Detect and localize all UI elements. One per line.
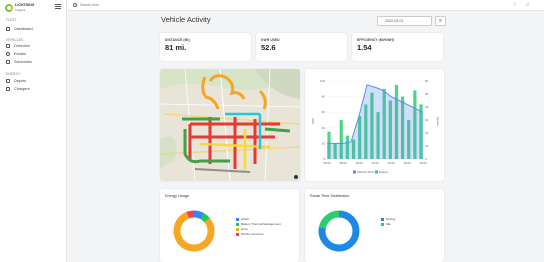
stat-card-efficiency: EFFICIENCY (MI/KWH) 1.54 — [352, 33, 443, 61]
y-right-tick-label: 40 — [425, 105, 429, 109]
stat-label: KWH USED — [261, 38, 280, 42]
legend-item: Idle — [381, 222, 391, 226]
sidebar-item-label: Overview — [14, 43, 30, 48]
y-left-tick-label: 60 — [322, 110, 326, 114]
sidebar-item-label: Dashboard — [14, 26, 33, 31]
legend-item: DCDC Converter — [236, 232, 264, 236]
legend-swatch — [236, 217, 239, 221]
legend-label: Drive — [241, 227, 249, 231]
y-left-tick-label: 80 — [322, 95, 326, 99]
x-tick-label: 10:00 — [355, 161, 363, 165]
map-icon — [160, 69, 300, 181]
legend-item: Drive — [236, 227, 248, 231]
stat-value: 52.6 — [261, 43, 276, 52]
y-right-tick-label: 10 — [425, 144, 429, 148]
top-bar: ♢ ○ — [67, 0, 544, 11]
legend-swatch — [381, 217, 384, 221]
bell-icon[interactable]: ♢ — [512, 2, 517, 8]
depot-icon — [6, 78, 10, 83]
y-right-tick-label: 20 — [425, 131, 429, 135]
filter-button[interactable]: ≡ — [435, 16, 446, 26]
y-right-axis-label: Speed — [436, 117, 440, 126]
soc-speed-chart-card: 100 80 60 40 20 0 60 50 40 30 20 10 0 SOC Speed 06:00 08… — [305, 69, 444, 181]
stat-card-distance: DISTANCE (MI) 81 mi. — [160, 33, 251, 61]
page-title: Vehicle Activity — [161, 15, 211, 24]
app-logo[interactable]: LIGHTNING Insights — [5, 3, 45, 13]
sidebar-item-label: Schedules — [14, 59, 32, 64]
car-icon — [6, 43, 10, 48]
legend-label: Speed — [379, 170, 388, 174]
stat-label: EFFICIENCY (MI/KWH) — [357, 38, 395, 42]
stat-value: 1.54 — [357, 43, 372, 52]
hamburger-menu-icon[interactable] — [55, 4, 61, 9]
user-icon[interactable]: ○ — [526, 2, 529, 8]
legend-label: Idle — [386, 222, 391, 226]
nav-section-fleet: FLEET — [6, 18, 17, 22]
legend-swatch — [236, 232, 239, 236]
legend-label: Battery Thermal Management — [241, 222, 281, 226]
x-tick-label: 18:00 — [419, 161, 427, 165]
y-left-axis-label: SOC — [311, 117, 315, 124]
sidebar-item-label: Chargers — [14, 86, 30, 91]
y-right-tick-label: 60 — [425, 79, 429, 83]
legend-swatch — [375, 170, 378, 174]
y-left-tick-label: 100 — [320, 79, 325, 83]
y-right-tick-label: 30 — [425, 118, 429, 122]
stat-value: 81 mi. — [165, 43, 187, 52]
donut-slice[interactable] — [200, 213, 210, 223]
y-left-tick-label: 40 — [322, 126, 326, 130]
logo-subtitle: Insights — [15, 7, 26, 12]
energy-usage-card: Energy Usage HVAC Battery Thermal Managem… — [160, 189, 299, 262]
calendar-icon — [6, 59, 10, 64]
legend-swatch — [381, 222, 384, 226]
x-tick-label: 14:00 — [387, 161, 395, 165]
logo-mark-icon — [5, 4, 13, 12]
sidebar-item-depots[interactable]: Depots — [6, 77, 62, 84]
route-icon — [6, 51, 10, 56]
donut-slice[interactable] — [318, 210, 340, 229]
legend-swatch — [236, 227, 239, 231]
sidebar-item-chargers[interactable]: Chargers — [6, 85, 62, 92]
sidebar: LIGHTNING Insights FLEET Dashboard VEHIC… — [0, 0, 67, 262]
y-right-tick-label: 50 — [425, 92, 429, 96]
sidebar-item-label: Depots — [14, 78, 27, 83]
legend-item: HVAC — [236, 217, 249, 221]
stat-card-kwh: KWH USED 52.6 — [256, 33, 347, 61]
sidebar-item-schedules[interactable]: Schedules — [6, 58, 62, 65]
legend-swatch — [236, 222, 239, 226]
soc-speed-chart: 1008060402006050403020100SOC Speed06:00 08… — [311, 79, 440, 174]
search-icon[interactable] — [73, 3, 77, 7]
x-tick-label: 12:00 — [371, 161, 379, 165]
search-input[interactable] — [80, 2, 160, 8]
legend-swatch — [353, 170, 356, 174]
dashboard-icon — [6, 26, 10, 31]
route-time-donut — [318, 210, 360, 252]
x-tick-label: 16:00 — [403, 161, 411, 165]
y-left-tick-label: 20 — [322, 141, 326, 145]
donut-slice[interactable] — [186, 210, 195, 219]
legend-label: Driving — [386, 217, 396, 221]
sidebar-item-label: Routes — [14, 51, 27, 56]
route-time-card: Route Time Distribution Driving Idle — [305, 189, 444, 262]
date-picker[interactable]: 2022-03-01 — [377, 16, 432, 26]
legend-label: Vehicle SOC — [357, 170, 375, 174]
stat-label: DISTANCE (MI) — [165, 38, 190, 42]
sidebar-item-dashboard[interactable]: Dashboard — [6, 25, 62, 32]
filter-icon: ≡ — [439, 18, 442, 24]
legend-label: DCDC Converter — [241, 232, 264, 236]
x-tick-label: 08:00 — [339, 161, 347, 165]
nav-section-energy: ENERGY — [6, 72, 21, 76]
sidebar-item-overview[interactable]: Overview — [6, 42, 62, 49]
legend-item: Driving — [381, 217, 395, 221]
legend-label: HVAC — [241, 217, 250, 221]
legend-item: Battery Thermal Management — [236, 222, 281, 226]
route-map[interactable] — [160, 69, 300, 181]
main-content: Vehicle Activity 2022-03-01 ≡ DISTANCE (… — [67, 11, 544, 262]
sidebar-item-routes[interactable]: Routes — [6, 50, 62, 57]
x-tick-label: 06:00 — [323, 161, 331, 165]
charger-icon — [6, 86, 10, 91]
donut-slice[interactable] — [193, 210, 204, 220]
